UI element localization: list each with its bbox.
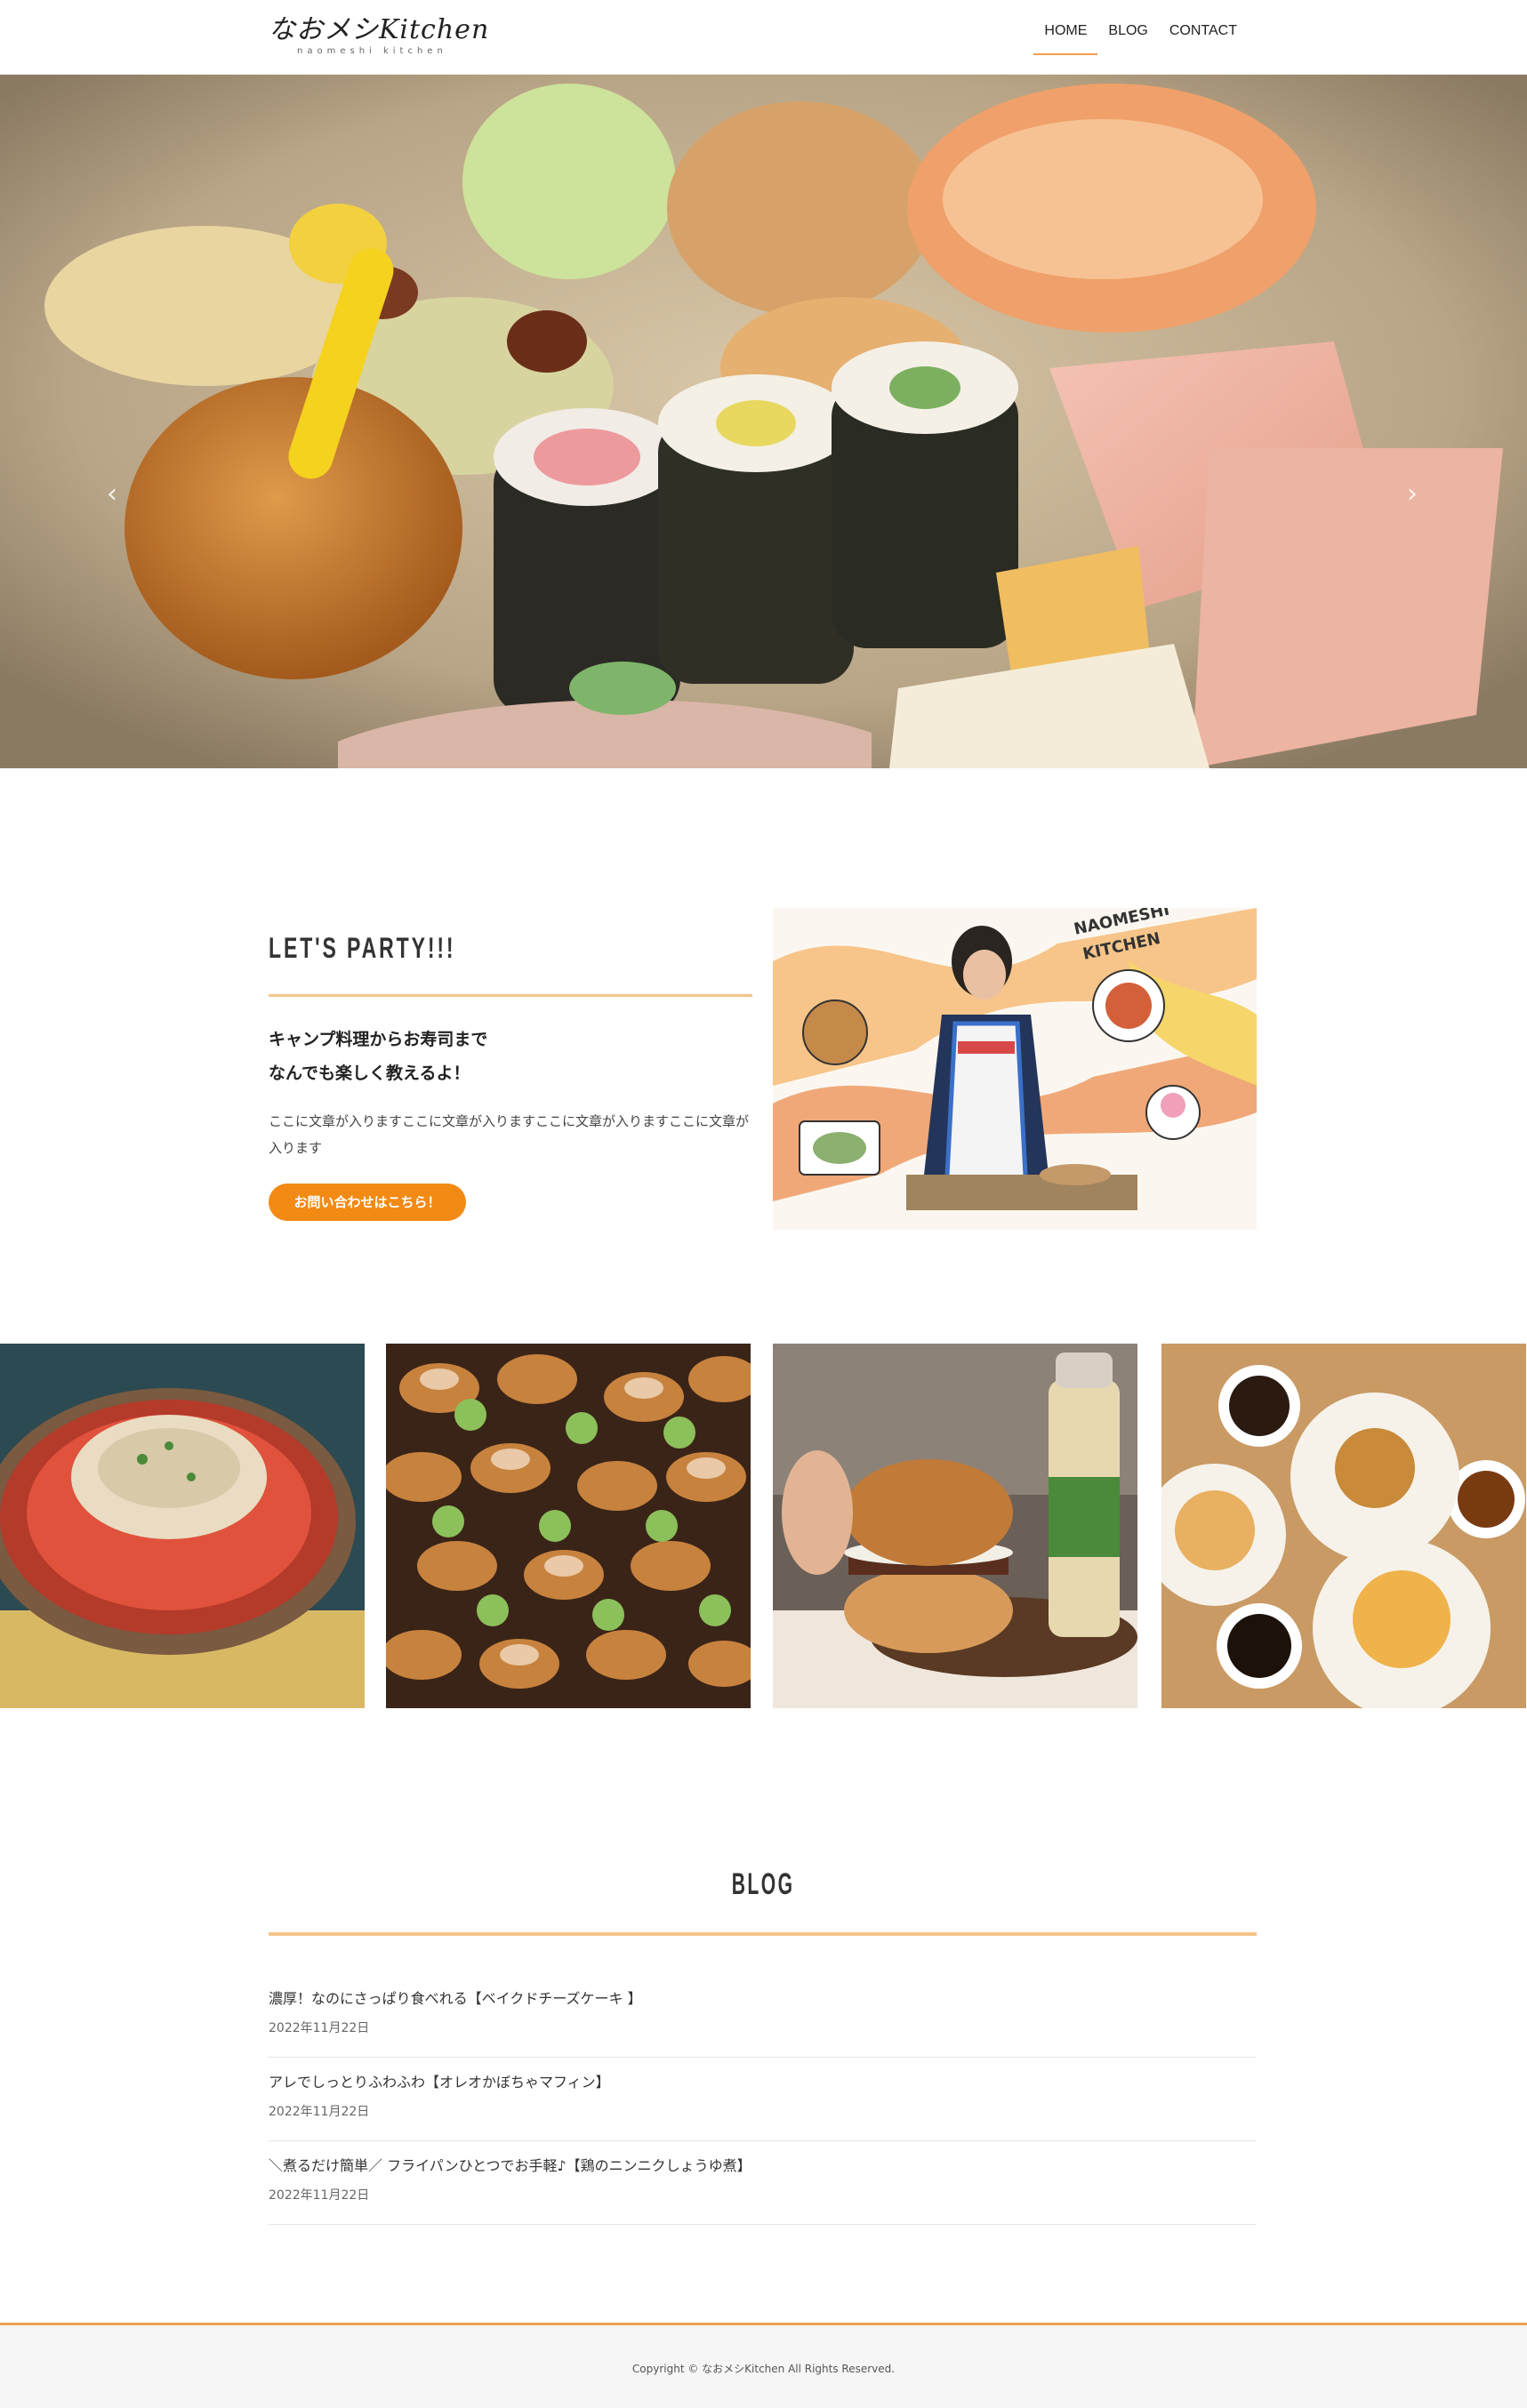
hero-bento-photo xyxy=(0,75,1527,768)
copyright-text: Copyright © なおメシKitchen All Rights Reser… xyxy=(631,2363,896,2375)
blog-post-title[interactable]: アレでしっとりふわふわ【オレオかぼちゃマフィン】 xyxy=(269,2070,610,2091)
site-logo[interactable]: なおメシKitchen naomeshi kitchen xyxy=(269,7,488,60)
party-lead-line1: キャンプ料理からお寿司まで xyxy=(269,1030,488,1049)
blog-post-item[interactable]: アレでしっとりふわふわ【オレオかぼちゃマフィン】 2022年11月22日 xyxy=(269,2058,1257,2141)
nav-home[interactable]: HOME xyxy=(1033,0,1098,55)
logo-text: なおメシKitchen xyxy=(269,14,490,45)
site-footer: Copyright © なおメシKitchen All Rights Reser… xyxy=(0,2323,1527,2408)
party-lead-line2: なんでも楽しく教えるよ！ xyxy=(269,1064,470,1083)
party-divider xyxy=(269,994,752,997)
blog-post-title[interactable]: 濃厚！なのにさっぱり食べれる【ベイクドチーズケーキ 】 xyxy=(269,1987,642,2008)
nav-contact[interactable]: CONTACT xyxy=(1159,0,1248,55)
burger-with-mustard-photo xyxy=(773,1344,1137,1708)
blog-post-item[interactable]: 濃厚！なのにさっぱり食べれる【ベイクドチーズケーキ 】 2022年11月22日 xyxy=(269,1974,1257,2058)
blog-post-date: 2022年11月22日 xyxy=(269,2188,370,2203)
slider-next-icon[interactable]: › xyxy=(1394,477,1430,512)
contact-cta-button[interactable]: お問い合わせはこちら！ xyxy=(269,1184,466,1221)
blog-post-date: 2022年11月22日 xyxy=(269,2021,370,2035)
chef-illustration: NAOMESHI KITCHEN xyxy=(773,908,1257,1230)
blog-post-list: 濃厚！なのにさっぱり食べれる【ベイクドチーズケーキ 】 2022年11月22日 … xyxy=(269,1974,1257,2225)
party-lead: キャンプ料理からお寿司まで なんでも楽しく教えるよ！ xyxy=(269,1023,487,1090)
blog-post-date: 2022年11月22日 xyxy=(269,2105,370,2119)
blog-post-item[interactable]: ＼煮るだけ簡単／ フライパンひとつでお手軽♪【鶏のニンニクしょうゆ煮】 2022… xyxy=(269,2141,1257,2225)
party-body-text: ここに文章が入りますここに文章が入りますここに文章が入りますここに文章が入ります xyxy=(269,1113,750,1156)
blog-post-title[interactable]: ＼煮るだけ簡単／ フライパンひとつでお手軽♪【鶏のニンニクしょうゆ煮】 xyxy=(269,2154,751,2175)
blog-heading: BLOG xyxy=(0,1867,1527,1902)
blog-divider xyxy=(269,1932,1257,1936)
muffins-and-coffee-photo xyxy=(1161,1344,1526,1708)
hero-slider: ‹ › xyxy=(0,75,1527,768)
party-heading: LET'S PARTY!!! xyxy=(269,932,456,964)
slider-prev-icon[interactable]: ‹ xyxy=(94,477,130,512)
site-header: なおメシKitchen naomeshi kitchen HOME BLOG C… xyxy=(0,0,1527,75)
logo-subtext: naomeshi kitchen xyxy=(297,46,447,56)
photo-gallery xyxy=(0,1344,1527,1708)
tomato-salad-photo xyxy=(0,1344,365,1708)
blog-heading-text: BLOG xyxy=(732,1867,795,1901)
main-nav: HOME BLOG CONTACT xyxy=(1033,0,1248,75)
canape-platter-photo xyxy=(386,1344,751,1708)
nav-blog[interactable]: BLOG xyxy=(1097,0,1158,55)
